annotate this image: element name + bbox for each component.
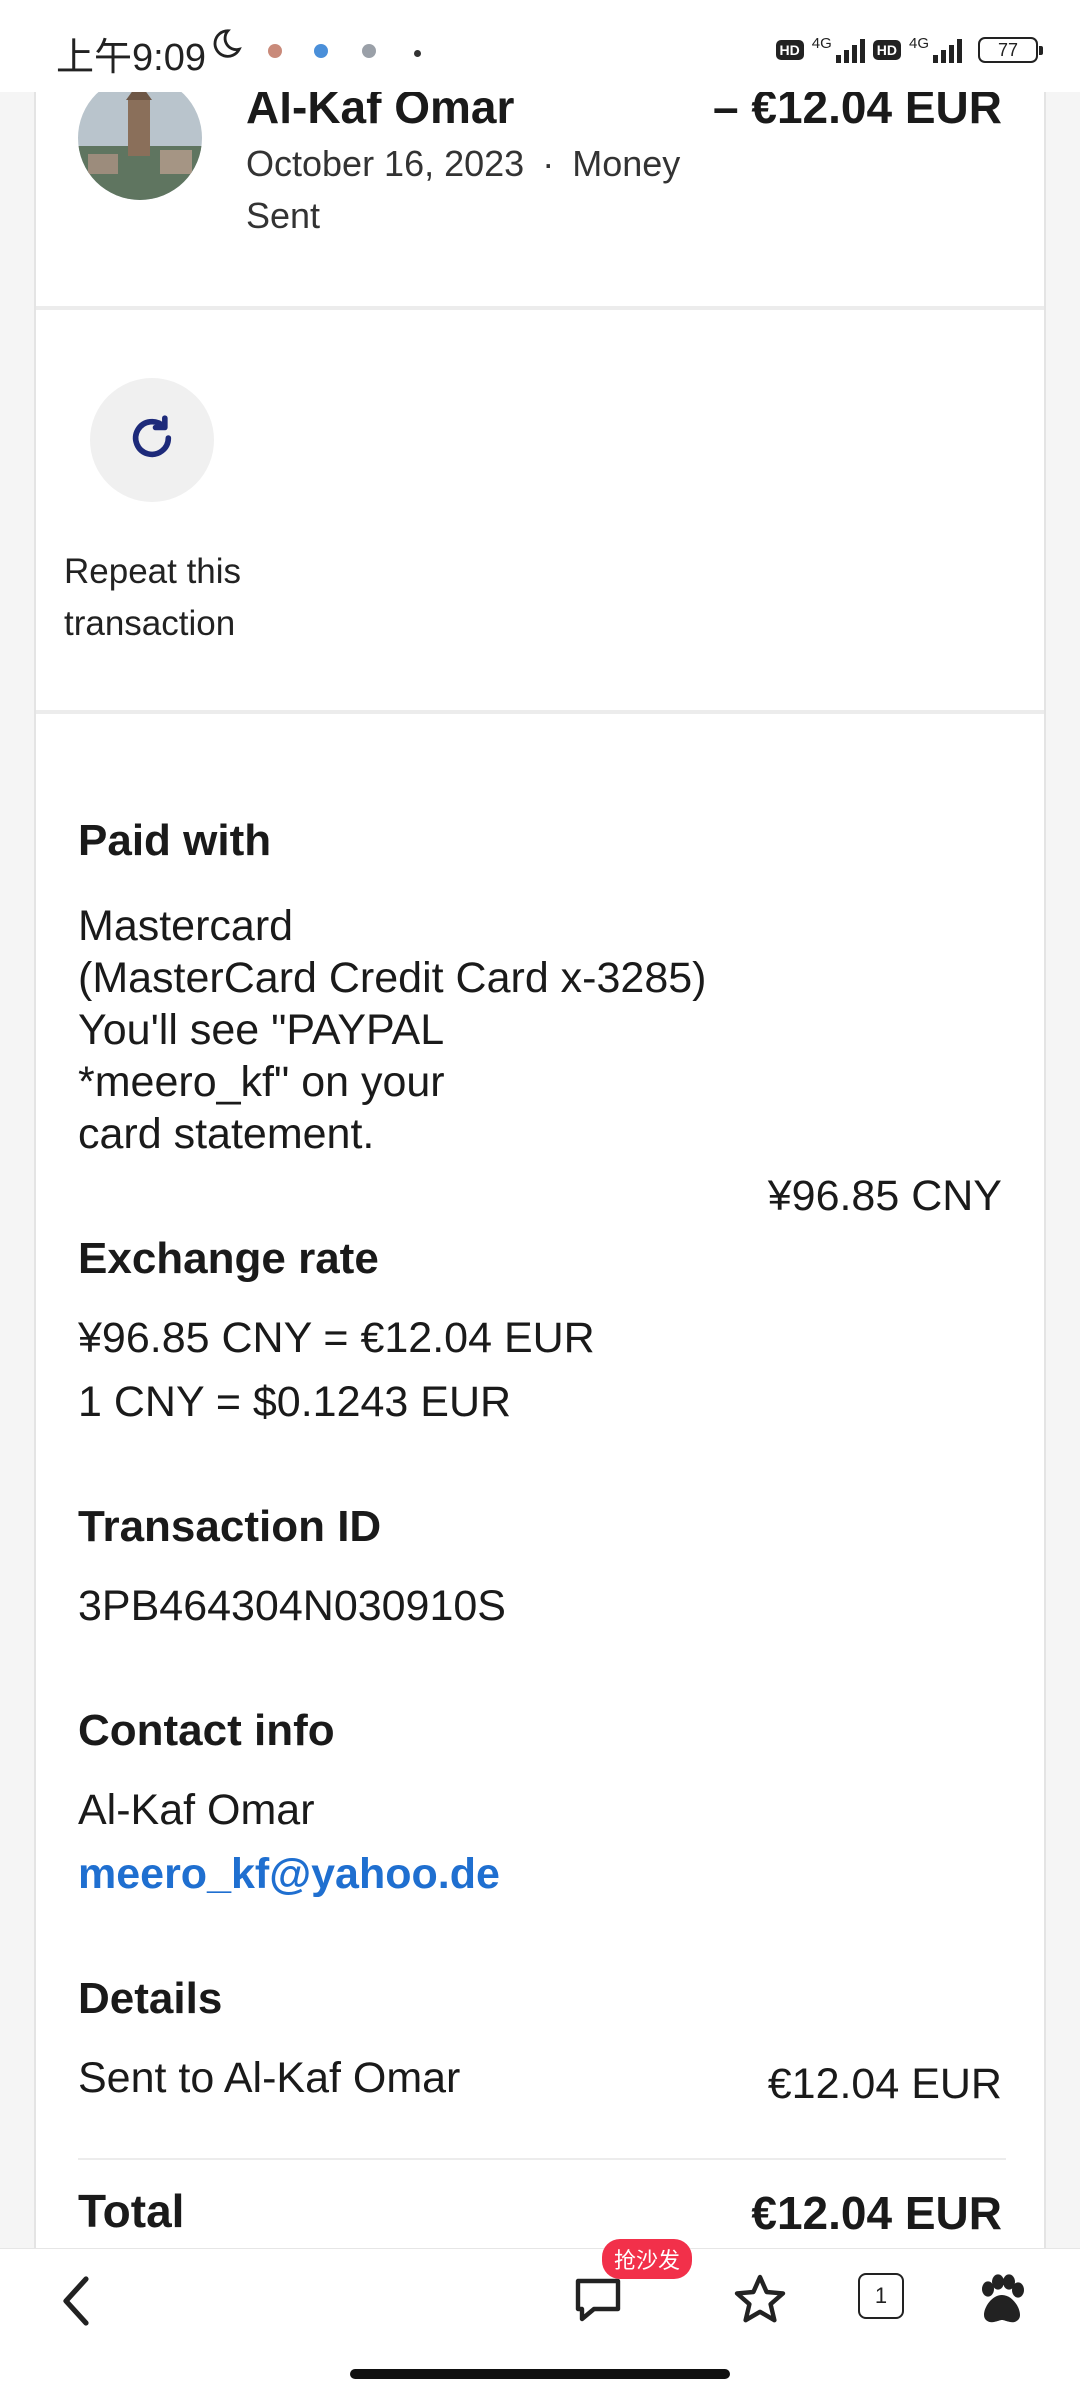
divider xyxy=(36,306,1044,310)
comment-badge: 抢沙发 xyxy=(602,2239,693,2279)
comment-icon[interactable] xyxy=(570,2271,626,2332)
star-icon[interactable] xyxy=(732,2271,788,2332)
transaction-id-title: Transaction ID xyxy=(78,1502,382,1551)
battery-icon: 77 xyxy=(978,37,1043,63)
status-right: HD 4G HD 4G 77 xyxy=(775,30,1043,70)
battery-level: 77 xyxy=(997,39,1019,60)
status-time: 上午9:09 xyxy=(56,37,206,79)
bottom-nav: 抢沙发 1 xyxy=(0,2239,1080,2401)
details-title: Details xyxy=(78,1974,223,2023)
tabs-icon[interactable]: 1 xyxy=(858,2273,904,2319)
hd-badge: HD xyxy=(872,40,901,60)
refresh-icon xyxy=(124,410,180,471)
app-notification-icon xyxy=(314,44,328,58)
network-label: 4G xyxy=(908,34,929,52)
contact-info-title: Contact info xyxy=(78,1706,335,1755)
status-bar: 上午9:09 HD 4G HD 4G 77 xyxy=(0,0,1080,92)
exchange-rate-title: Exchange rate xyxy=(78,1234,379,1283)
more-notifications-icon xyxy=(414,50,421,57)
transaction-date: October 16, 2023 xyxy=(246,143,525,184)
total-label: Total xyxy=(78,2185,185,2237)
divider xyxy=(78,2158,1006,2160)
exchange-line: 1 CNY = $0.1243 EUR xyxy=(78,1378,512,1426)
divider xyxy=(36,710,1044,714)
exchange-line: ¥96.85 CNY = €12.04 EUR xyxy=(78,1314,595,1362)
transaction-meta: October 16, 2023 · Money Sent xyxy=(246,138,726,242)
transaction-card: Al-Kaf Omar October 16, 2023 · Money Sen… xyxy=(34,60,1046,2250)
sent-to-label: Sent to Al-Kaf Omar xyxy=(78,2054,461,2102)
paid-with-title: Paid with xyxy=(78,816,272,865)
contact-email-link[interactable]: meero_kf@yahoo.de xyxy=(78,1850,500,1899)
app-notification-icon xyxy=(362,44,376,58)
repeat-transaction-label[interactable]: Repeat this transaction xyxy=(64,546,324,650)
total-amount: €12.04 EUR xyxy=(751,2187,1002,2239)
payment-method: Mastercard xyxy=(78,902,294,950)
hd-badge: HD xyxy=(775,40,804,60)
avatar xyxy=(78,76,202,200)
home-indicator[interactable] xyxy=(350,2369,730,2379)
network-label: 4G xyxy=(811,34,832,52)
baidu-paw-icon[interactable] xyxy=(974,2271,1030,2332)
back-icon[interactable] xyxy=(56,2271,96,2336)
moon-icon xyxy=(208,28,242,67)
sent-to-amount: €12.04 EUR xyxy=(767,2060,1002,2108)
app-notification-icon xyxy=(268,44,282,58)
paid-amount: ¥96.85 CNY xyxy=(767,1172,1002,1220)
contact-name: Al-Kaf Omar xyxy=(78,1786,315,1834)
meta-separator: · xyxy=(542,143,555,184)
signal-icon xyxy=(933,37,962,63)
statement-note: You'll see "PAYPAL xyxy=(78,1006,445,1054)
card-description: (MasterCard Credit Card x-3285) xyxy=(78,954,707,1002)
signal-icon xyxy=(835,37,865,63)
statement-note: card statement. xyxy=(78,1110,375,1158)
repeat-transaction-button[interactable] xyxy=(90,378,214,502)
transaction-id-value: 3PB464304N030910S xyxy=(78,1582,506,1630)
statement-note: *meero_kf" on your xyxy=(78,1058,445,1106)
tab-count: 1 xyxy=(874,2283,888,2308)
